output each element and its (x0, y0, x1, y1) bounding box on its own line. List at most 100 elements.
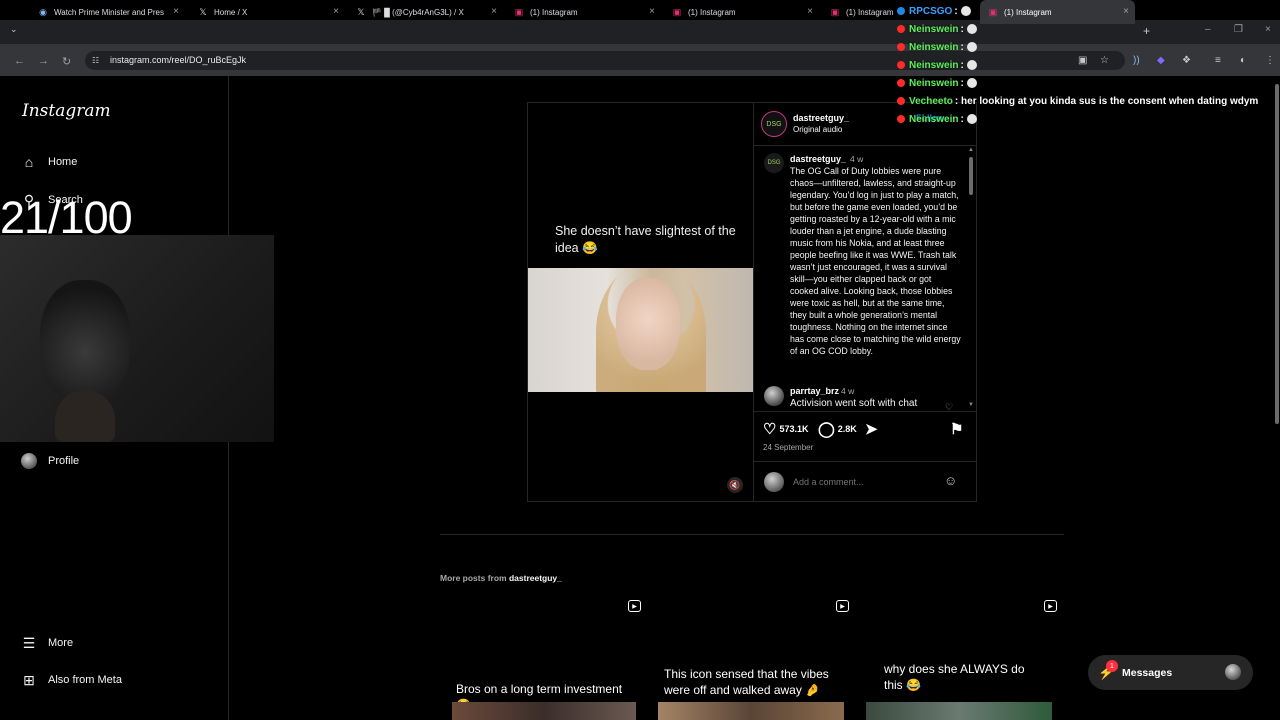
author-avatar[interactable]: DSG (761, 111, 787, 137)
reload-icon[interactable]: ↻ (62, 55, 71, 68)
reading-list-icon[interactable]: ≡ (1215, 55, 1221, 66)
new-tab-plus-icon[interactable]: + (1143, 24, 1150, 38)
window-close-icon[interactable]: × (1265, 24, 1271, 35)
add-comment-input[interactable] (793, 477, 933, 487)
chat-text: : (960, 41, 964, 53)
instagram-logo[interactable]: Instagram (22, 101, 111, 121)
send-paper-plane-icon: ➤ (865, 421, 878, 438)
comment-username[interactable]: parrtay_brz (790, 386, 839, 396)
kebab-menu-icon[interactable]: ⋮ (1265, 55, 1275, 66)
scroll-up-arrow-icon[interactable]: ▲ (968, 147, 974, 153)
chat-text: : her looking at you kinda sus is the co… (954, 95, 1259, 107)
back-arrow-icon[interactable]: ← (14, 55, 25, 67)
divider (440, 534, 1064, 535)
minimize-icon[interactable]: – (1205, 24, 1211, 35)
messages-label: Messages (1122, 667, 1173, 679)
avatar (1225, 664, 1241, 680)
sidebar-item-home[interactable]: ⌂ Home (20, 153, 78, 171)
chat-emote-icon (966, 24, 977, 34)
reel-icon: ▶ (1044, 600, 1057, 612)
sidebar-item-label: More (48, 637, 74, 649)
site-info-icon[interactable]: ☷ (92, 56, 99, 65)
more-posts-username[interactable]: dastreetguy_ (509, 573, 562, 583)
close-icon[interactable]: × (807, 6, 813, 17)
sidebar-item-more[interactable]: ☰ More (20, 634, 73, 652)
comment-avatar[interactable] (764, 386, 784, 406)
tab-cyb4rang3l-x[interactable]: 𝕏 🏴 █ (@Cyb4rAnG3L) / X × (348, 0, 503, 24)
close-icon[interactable]: × (491, 6, 497, 17)
video-overlay-caption: She doesn’t have slightest of the idea 😂 (555, 224, 736, 255)
more-posts-prefix: More posts from (440, 573, 507, 583)
instagram-icon: ▣ (830, 6, 840, 17)
extensions-puzzle-icon[interactable]: ❖ (1182, 55, 1191, 66)
speaker-muted-icon: 🔇 (729, 479, 741, 490)
tab-instagram-2[interactable]: ▣ (1) Instagram × (664, 0, 819, 24)
comment-bubble-icon: ◯ (818, 421, 835, 438)
sidebar-item-profile[interactable]: Profile (20, 452, 79, 470)
more-post-thumbnail-3[interactable] (866, 702, 1052, 720)
more-post-caption-2[interactable]: This icon sensed that the vibes were off… (664, 666, 844, 698)
reel-icon: ▶ (628, 600, 641, 612)
chat-emote-icon (966, 42, 977, 52)
restore-icon[interactable]: ❐ (1234, 24, 1243, 35)
hamburger-icon: ☰ (22, 634, 36, 651)
page-scrollbar[interactable] (1273, 76, 1280, 720)
like-button[interactable]: ♡ 573.1K (763, 420, 808, 438)
globe-icon: ◉ (39, 6, 47, 17)
more-post-caption-3[interactable]: why does she ALWAYS do this 😂 (884, 661, 1044, 693)
instagram-icon: ▣ (988, 6, 998, 17)
close-icon[interactable]: × (333, 6, 339, 17)
chat-message: Neinswein: (897, 76, 977, 90)
chat-username: Neinswein (909, 41, 959, 53)
mute-button[interactable]: 🔇 (727, 477, 743, 493)
share-button[interactable]: ➤ (865, 420, 881, 438)
chat-text: : (960, 23, 964, 35)
forward-arrow-icon[interactable]: → (38, 55, 49, 67)
tab-title: Watch Prime Minister and Pres (54, 7, 164, 17)
youtube-platform-icon (897, 115, 905, 123)
instagram-icon: ▣ (672, 6, 682, 17)
comments-scroll-thumb[interactable] (969, 157, 973, 195)
more-post-thumbnail-1[interactable] (452, 702, 636, 720)
bookmark-star-icon[interactable]: ☆ (1100, 55, 1109, 66)
screen: ⌄ ◉ Watch Prime Minister and Pres × 𝕏 Ho… (0, 0, 1280, 720)
caption-author-avatar[interactable]: DSG (764, 153, 784, 173)
extension-shield-icon[interactable]: ◆ (1157, 55, 1165, 66)
profile-avatar-icon[interactable]: ◐ (1240, 55, 1246, 66)
scroll-down-arrow-icon[interactable]: ▼ (968, 402, 974, 408)
chat-emote-icon (960, 6, 971, 16)
close-icon[interactable]: × (1123, 6, 1129, 17)
sidebar-item-also-from-meta[interactable]: ⊞ Also from Meta (20, 671, 122, 689)
cast-icon[interactable]: ▣ (1078, 55, 1087, 66)
chat-text: : (960, 59, 964, 71)
tab-instagram-active[interactable]: ▣ (1) Instagram × (980, 0, 1135, 24)
post-date: 24 September (763, 443, 814, 452)
video-frame-image[interactable] (528, 268, 753, 392)
author-username[interactable]: dastreetguy_ (793, 113, 849, 123)
emoji-icon[interactable]: ☺ (944, 473, 957, 488)
more-post-thumbnail-2[interactable] (658, 702, 844, 720)
tab-home-x[interactable]: 𝕏 Home / X × (190, 0, 345, 24)
tab-title: (1) Instagram (530, 7, 578, 17)
close-icon[interactable]: × (649, 6, 655, 17)
sidebar-item-label: Profile (48, 455, 80, 467)
youtube-platform-icon (897, 97, 905, 105)
page-scroll-thumb[interactable] (1275, 84, 1279, 424)
original-audio-link[interactable]: Original audio (793, 125, 842, 134)
caption-username[interactable]: dastreetguy_ (790, 154, 846, 164)
unread-badge: 1 (1106, 660, 1118, 672)
chat-emote-icon (966, 78, 977, 88)
tab-search-chevron-icon[interactable]: ⌄ (10, 24, 18, 35)
youtube-platform-icon (897, 79, 905, 87)
chat-text: : (954, 5, 958, 17)
video-subject-face (616, 278, 680, 370)
close-icon[interactable]: × (173, 6, 179, 17)
current-user-avatar (764, 472, 784, 492)
chat-text: : (960, 113, 964, 125)
tab-watch-prime-minister[interactable]: ◉ Watch Prime Minister and Pres × (30, 0, 185, 24)
tab-instagram-1[interactable]: ▣ (1) Instagram × (506, 0, 661, 24)
comment-button[interactable]: ◯ 2.8K (818, 420, 857, 438)
bookmark-icon: ⚑ (950, 421, 964, 438)
extension-audio-icon[interactable]: )) (1133, 55, 1140, 66)
save-button[interactable]: ⚑ (950, 420, 966, 438)
